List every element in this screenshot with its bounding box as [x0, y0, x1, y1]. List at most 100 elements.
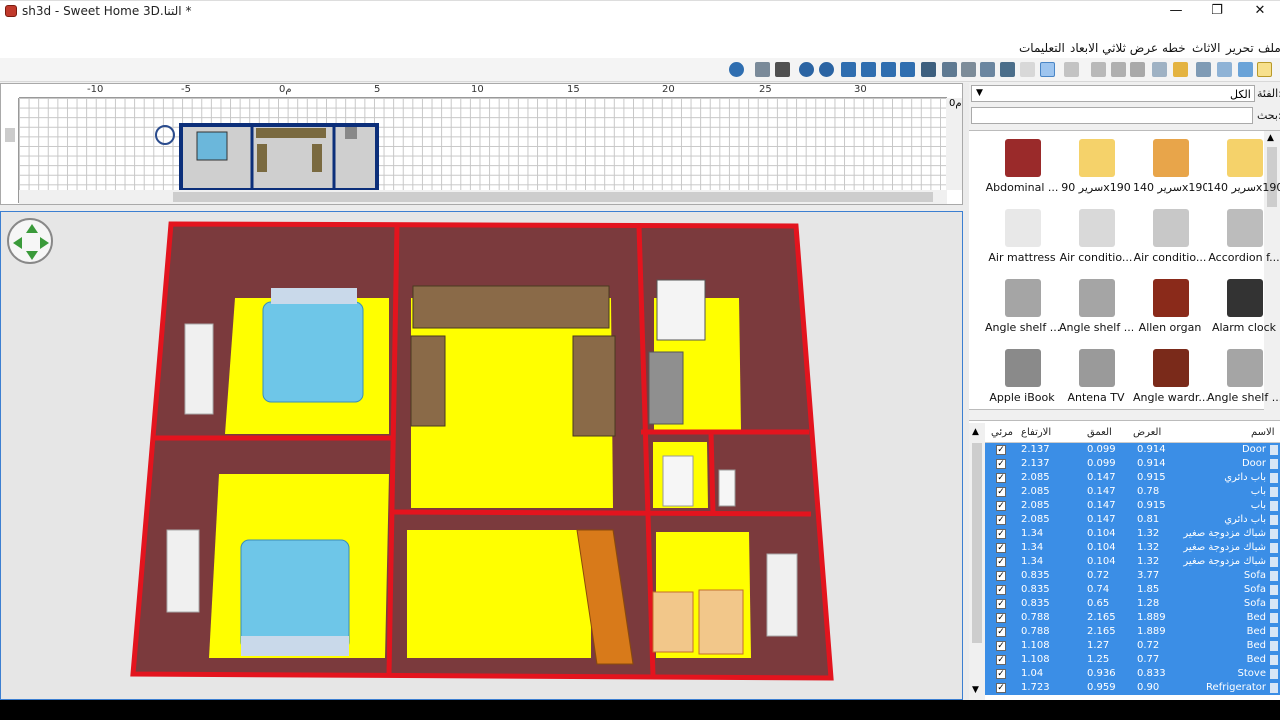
- visible-checkbox[interactable]: ✓: [996, 669, 1006, 679]
- catalog-item[interactable]: Air conditio...: [1133, 203, 1207, 273]
- create-polylines-icon[interactable]: [961, 62, 976, 77]
- menu-furniture[interactable]: الاثاث: [1192, 41, 1220, 55]
- search-input[interactable]: [971, 107, 1253, 124]
- visible-checkbox[interactable]: ✓: [996, 459, 1006, 469]
- arrow-right-icon[interactable]: [40, 237, 49, 249]
- visible-checkbox[interactable]: ✓: [996, 487, 1006, 497]
- close-button[interactable]: ✕: [1240, 1, 1280, 21]
- table-row[interactable]: ✓ 0.788 2.165 1.889 Bed: [985, 611, 1280, 625]
- visible-checkbox[interactable]: ✓: [996, 529, 1006, 539]
- menu-3d-view[interactable]: عرض ثلاثي الابعاد: [1070, 41, 1158, 55]
- table-row[interactable]: ✓ 0.835 0.65 1.28 Sofa: [985, 597, 1280, 611]
- visible-checkbox[interactable]: ✓: [996, 655, 1006, 665]
- maximize-button[interactable]: ❐: [1197, 1, 1237, 21]
- text-italic-icon[interactable]: [861, 62, 876, 77]
- text-bold-icon[interactable]: [881, 62, 896, 77]
- add-text-icon[interactable]: [921, 62, 936, 77]
- menu-plan[interactable]: خطه: [1162, 41, 1186, 55]
- table-row[interactable]: ✓ 0.788 2.165 1.889 Bed: [985, 625, 1280, 639]
- visible-checkbox[interactable]: ✓: [996, 585, 1006, 595]
- scroll-down-icon[interactable]: ▼: [972, 685, 979, 695]
- catalog-item[interactable]: Abdominal ...: [985, 133, 1059, 203]
- create-dimensions-icon[interactable]: [942, 62, 957, 77]
- visible-checkbox[interactable]: ✓: [996, 501, 1006, 511]
- catalog-item[interactable]: Alarm clock: [1207, 273, 1280, 343]
- visible-checkbox[interactable]: ✓: [996, 641, 1006, 651]
- minimize-button[interactable]: —: [1156, 1, 1196, 21]
- zoom-out-icon[interactable]: [799, 62, 814, 77]
- visible-checkbox[interactable]: ✓: [996, 473, 1006, 483]
- visible-checkbox[interactable]: ✓: [996, 683, 1006, 693]
- catalog-item[interactable]: Accordion f...: [1207, 203, 1280, 273]
- arrow-up-icon[interactable]: [26, 224, 38, 233]
- catalog-item[interactable]: Antena TV: [1059, 343, 1133, 413]
- table-row[interactable]: ✓ 1.34 0.104 1.32 شباك مزدوجة صغير: [985, 555, 1280, 569]
- category-select[interactable]: ▼ الكل: [971, 85, 1255, 102]
- menu-file[interactable]: ملف: [1258, 41, 1280, 55]
- plan-view[interactable]: -10 -5 0م 5 10 15 20 25 30 0م: [0, 83, 963, 205]
- table-row[interactable]: ✓ 2.137 0.099 0.914 Door: [985, 443, 1280, 457]
- catalog-item[interactable]: سرير 90x190: [1059, 133, 1133, 203]
- photo-icon[interactable]: [755, 62, 770, 77]
- text-style-icon[interactable]: [900, 62, 915, 77]
- catalog-item[interactable]: Apple iBook: [985, 343, 1059, 413]
- 3d-view[interactable]: [0, 211, 963, 700]
- plan-vertical-scrollbar[interactable]: 0م: [946, 98, 962, 190]
- table-row[interactable]: ✓ 1.108 1.27 0.72 Bed: [985, 639, 1280, 653]
- select-arrow-icon[interactable]: [1040, 62, 1055, 77]
- table-row[interactable]: ✓ 2.085 0.147 0.915 باب دائري: [985, 471, 1280, 485]
- table-row[interactable]: ✓ 0.835 0.72 3.77 Sofa: [985, 569, 1280, 583]
- catalog-item[interactable]: Angle shelf ...: [1207, 343, 1280, 413]
- arrow-left-icon[interactable]: [13, 237, 22, 249]
- header-visible[interactable]: مرئي: [991, 427, 1013, 438]
- navigation-arrows-icon[interactable]: [7, 218, 53, 264]
- catalog-item[interactable]: Allen organ: [1133, 273, 1207, 343]
- create-rooms-icon[interactable]: [980, 62, 995, 77]
- header-width[interactable]: العرض: [1133, 427, 1161, 438]
- visible-checkbox[interactable]: ✓: [996, 627, 1006, 637]
- delete-icon[interactable]: [1130, 62, 1145, 77]
- header-height[interactable]: الارتفاع: [1021, 427, 1051, 438]
- catalog-item[interactable]: سرير 140x190: [1133, 133, 1207, 203]
- menu-help[interactable]: التعليمات: [1019, 41, 1065, 55]
- header-name[interactable]: الاسم: [1251, 427, 1275, 438]
- table-row[interactable]: ✓ 1.108 1.25 0.77 Bed: [985, 653, 1280, 667]
- scrollbar-thumb[interactable]: [972, 443, 982, 643]
- visible-checkbox[interactable]: ✓: [996, 613, 1006, 623]
- visible-checkbox[interactable]: ✓: [996, 445, 1006, 455]
- scroll-up-icon[interactable]: ▲: [972, 427, 979, 437]
- copy-icon[interactable]: [1111, 62, 1126, 77]
- table-row[interactable]: ✓ 2.085 0.147 0.78 باب: [985, 485, 1280, 499]
- pan-hand-icon[interactable]: [1020, 62, 1035, 77]
- catalog-item[interactable]: Angle shelf ...: [985, 273, 1059, 343]
- save-icon[interactable]: [1238, 62, 1253, 77]
- cut-icon[interactable]: [1196, 62, 1211, 77]
- plan-grid[interactable]: [19, 98, 947, 190]
- redo-icon[interactable]: [1152, 62, 1167, 77]
- table-row[interactable]: ✓ 1.04 0.936 0.833 Stove: [985, 667, 1280, 681]
- visible-checkbox[interactable]: ✓: [996, 543, 1006, 553]
- catalog-item[interactable]: Angle shelf ...: [1059, 273, 1133, 343]
- header-depth[interactable]: العمق: [1087, 427, 1112, 438]
- menu-edit[interactable]: تحرير: [1226, 41, 1254, 55]
- paste-icon[interactable]: [1091, 62, 1106, 77]
- visible-checkbox[interactable]: ✓: [996, 557, 1006, 567]
- table-row[interactable]: ✓ 1.34 0.104 1.32 شباك مزدوجة صغير: [985, 527, 1280, 541]
- table-row[interactable]: ✓ 0.835 0.74 1.85 Sofa: [985, 583, 1280, 597]
- catalog-item[interactable]: سرير 140x190: [1207, 133, 1280, 203]
- visible-checkbox[interactable]: ✓: [996, 599, 1006, 609]
- text-size-icon[interactable]: [841, 62, 856, 77]
- table-row[interactable]: ✓ 1.723 0.959 0.90 Refrigerator: [985, 681, 1280, 695]
- zoom-in-icon[interactable]: [819, 62, 834, 77]
- visible-checkbox[interactable]: ✓: [996, 515, 1006, 525]
- help-icon[interactable]: [729, 62, 744, 77]
- add-furniture-icon[interactable]: [1064, 62, 1079, 77]
- new-file-icon[interactable]: [1257, 62, 1272, 77]
- create-walls-icon[interactable]: [1000, 62, 1015, 77]
- visible-checkbox[interactable]: ✓: [996, 571, 1006, 581]
- arrow-down-icon[interactable]: [26, 251, 38, 260]
- camera-icon[interactable]: [775, 62, 790, 77]
- furniture-table-scrollbar[interactable]: ▲ ▼: [969, 423, 985, 701]
- catalog-item[interactable]: Angle wardr...: [1133, 343, 1207, 413]
- table-row[interactable]: ✓ 2.085 0.147 0.81 باب دائري: [985, 513, 1280, 527]
